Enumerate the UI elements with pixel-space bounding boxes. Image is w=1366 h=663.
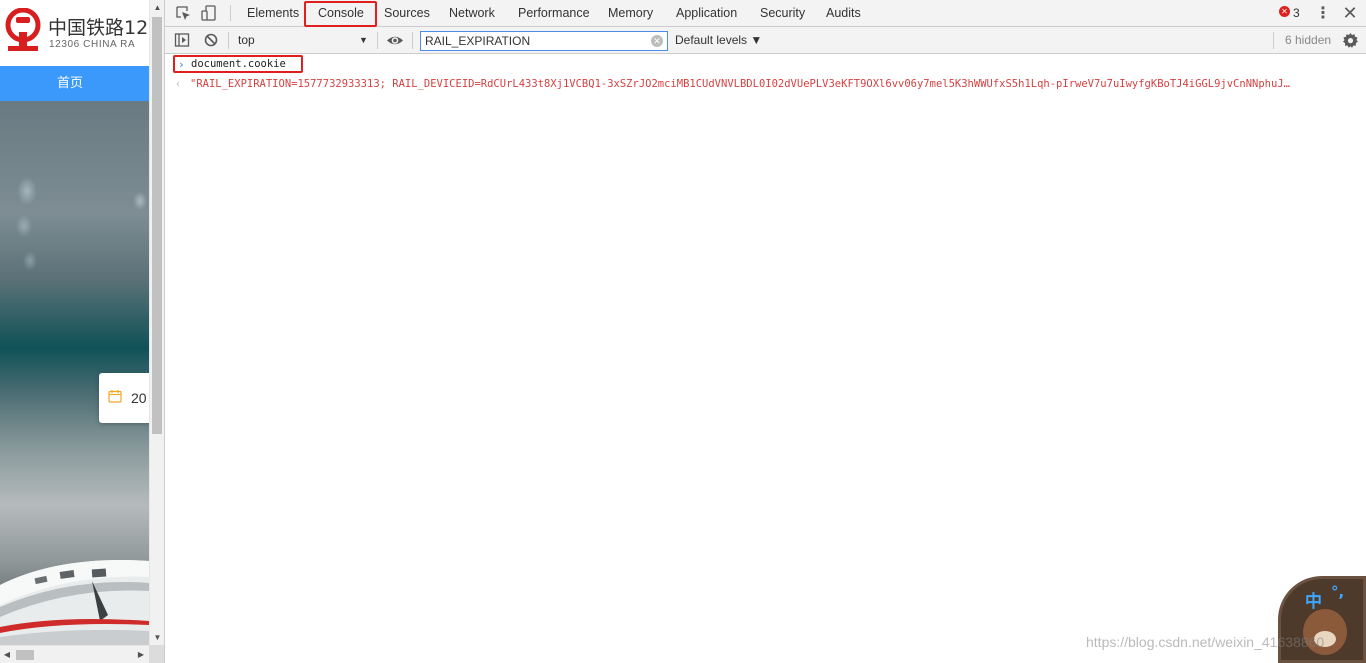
site-header: 中国铁路12 12306 CHINA RA xyxy=(0,0,149,66)
travel-date-text: 20 xyxy=(131,390,147,406)
eye-icon[interactable] xyxy=(385,32,405,49)
horizontal-scroll-thumb[interactable] xyxy=(16,650,34,660)
devtools-tabbar: Elements Console Sources Network Perform… xyxy=(165,0,1366,27)
sidebar-toggle-icon[interactable] xyxy=(174,32,190,48)
error-count[interactable]: 3 xyxy=(1293,0,1300,27)
clear-console-icon[interactable] xyxy=(203,32,219,48)
site-title[interactable]: 中国铁路12 xyxy=(48,13,148,40)
ime-punct-text: °, xyxy=(1331,583,1345,601)
settings-icon[interactable] xyxy=(1342,32,1359,49)
console-tab-highlight xyxy=(304,1,377,27)
kebab-menu-icon[interactable]: ⋮ xyxy=(1315,0,1331,27)
toolbar-divider xyxy=(1273,32,1274,49)
scrollbar-corner xyxy=(149,645,164,663)
filter-field[interactable]: ✕ xyxy=(420,31,668,51)
devtools-panel: Elements Console Sources Network Perform… xyxy=(164,0,1366,663)
toolbar-divider xyxy=(377,32,378,49)
filter-input[interactable] xyxy=(421,32,647,50)
tab-audits[interactable]: Audits xyxy=(826,0,861,27)
console-output-area[interactable]: › document.cookie ‹ "RAIL_EXPIRATION=157… xyxy=(165,54,1366,663)
tab-performance[interactable]: Performance xyxy=(518,0,590,27)
console-result-entry: ‹ "RAIL_EXPIRATION=1577732933313; RAIL_D… xyxy=(173,76,1353,92)
inspect-icon[interactable] xyxy=(174,4,192,22)
tab-application[interactable]: Application xyxy=(676,0,737,27)
watermark-text: https://blog.csdn.net/weixin_41638860 xyxy=(1086,634,1325,650)
error-icon[interactable]: ✕ xyxy=(1279,6,1290,17)
scroll-down-arrow-icon[interactable]: ▼ xyxy=(150,630,165,645)
travel-date-card[interactable]: 20 xyxy=(99,373,149,423)
toolbar-divider xyxy=(412,32,413,49)
hidden-messages-count: 6 hidden xyxy=(1285,33,1332,47)
calendar-icon xyxy=(108,390,122,403)
nav-home-link[interactable]: 首页 xyxy=(0,66,140,101)
close-icon[interactable]: ✕ xyxy=(1341,0,1359,27)
scroll-up-arrow-icon[interactable]: ▲ xyxy=(150,0,165,15)
clear-filter-icon[interactable]: ✕ xyxy=(651,35,663,47)
vertical-scroll-thumb[interactable] xyxy=(152,17,162,434)
toolbar-divider xyxy=(228,32,229,49)
result-arrow-icon: ‹ xyxy=(175,78,182,90)
context-dropdown-icon[interactable]: ▼ xyxy=(359,31,368,50)
scroll-right-arrow-icon[interactable]: ▶ xyxy=(134,648,148,662)
railway-logo-icon xyxy=(5,8,41,51)
ime-mode-text: 中 xyxy=(1305,592,1322,612)
tabbar-divider xyxy=(230,5,231,21)
tab-memory[interactable]: Memory xyxy=(608,0,653,27)
console-toolbar: top ▼ ✕ Default levels ▼ 6 hidden xyxy=(165,27,1366,54)
site-nav: 首页 xyxy=(0,66,149,101)
log-levels-dropdown[interactable]: Default levels ▼ xyxy=(675,27,762,54)
page-viewport: 中国铁路12 12306 CHINA RA 首页 20 xyxy=(0,0,149,663)
console-result-text[interactable]: "RAIL_EXPIRATION=1577732933313; RAIL_DEV… xyxy=(190,76,1340,92)
train-image xyxy=(0,560,149,655)
tab-sources[interactable]: Sources xyxy=(384,0,430,27)
page-horizontal-scrollbar[interactable]: ◀ ▶ xyxy=(0,645,149,663)
tab-security[interactable]: Security xyxy=(760,0,805,27)
console-input-entry: › document.cookie xyxy=(173,55,303,73)
tab-elements[interactable]: Elements xyxy=(247,0,299,27)
device-toolbar-icon[interactable] xyxy=(200,4,218,22)
page-vertical-scrollbar[interactable]: ▲ ▼ xyxy=(149,0,164,645)
input-prompt-icon: › xyxy=(178,58,185,71)
scroll-left-arrow-icon[interactable]: ◀ xyxy=(0,648,14,662)
context-select[interactable]: top xyxy=(233,31,371,50)
console-input-text[interactable]: document.cookie xyxy=(191,58,286,71)
site-subtitle: 12306 CHINA RA xyxy=(49,39,136,50)
tab-network[interactable]: Network xyxy=(449,0,495,27)
